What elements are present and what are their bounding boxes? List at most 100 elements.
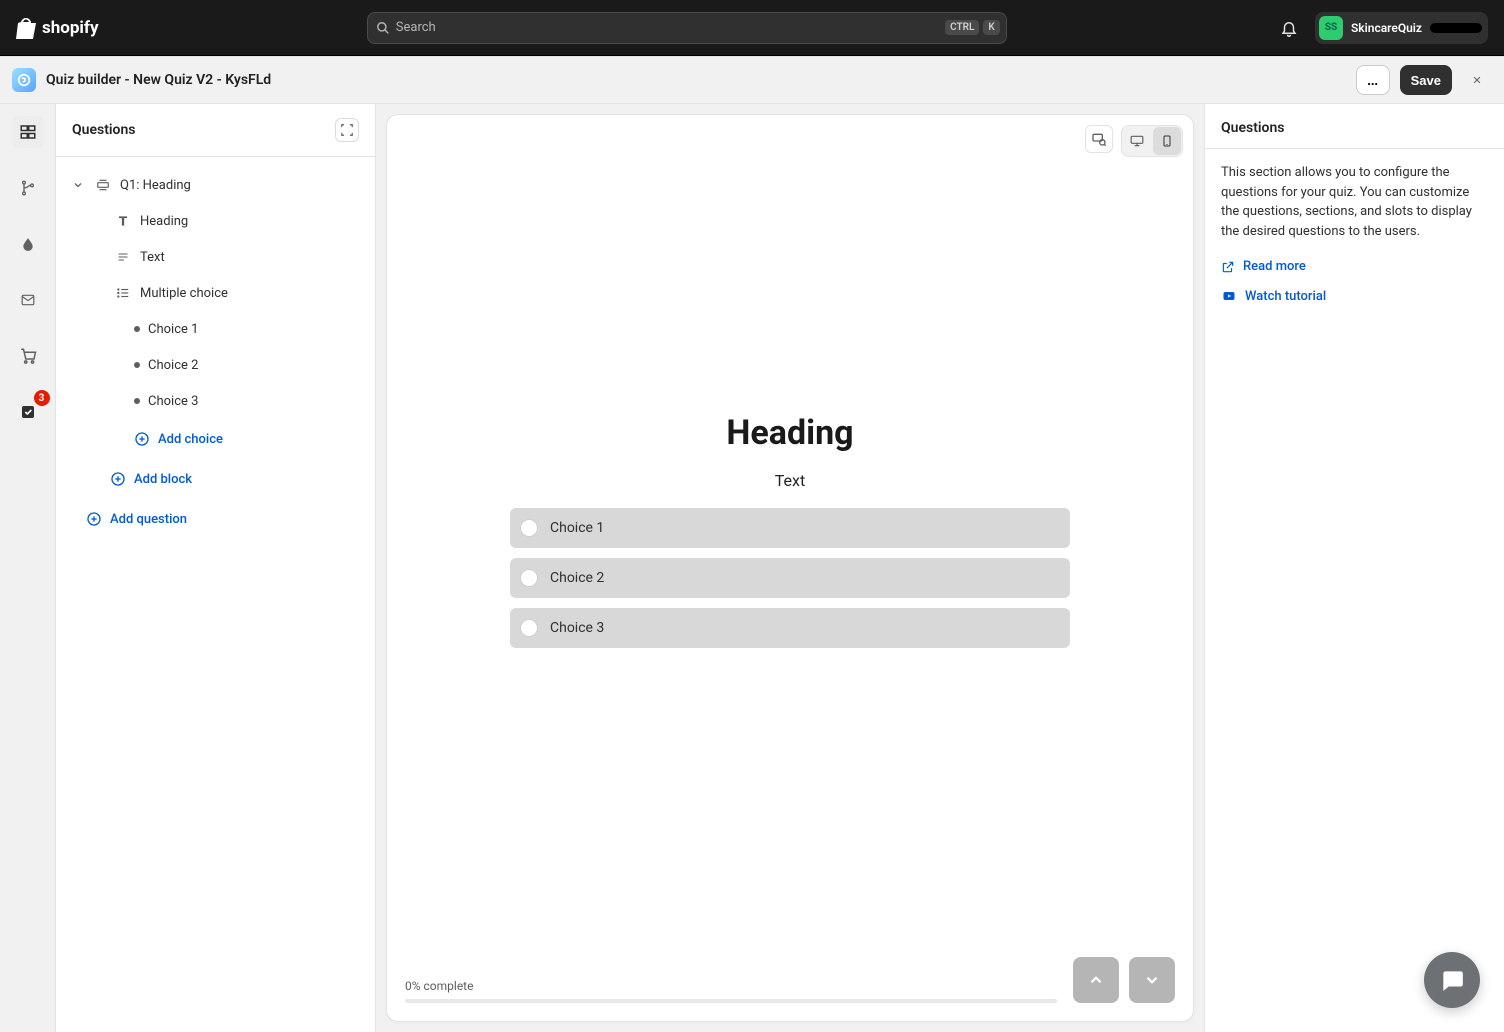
branch-icon: [20, 180, 36, 196]
icon-rail: 3: [0, 104, 56, 1032]
chevron-up-icon: [1087, 971, 1105, 989]
more-button[interactable]: ...: [1356, 65, 1390, 95]
main: 3 Questions Q1: Heading: [0, 104, 1504, 1032]
expand-icon: [340, 123, 354, 137]
tree-choice-label: Choice 2: [148, 358, 198, 373]
progress-label: 0% complete: [405, 979, 1057, 993]
tree-block-multiple-choice[interactable]: Multiple choice: [56, 275, 375, 311]
add-choice-button[interactable]: Add choice: [56, 419, 375, 459]
chat-icon: [1439, 967, 1465, 993]
tree-block-text[interactable]: Text: [56, 239, 375, 275]
preview-choice-2[interactable]: Choice 2: [510, 558, 1070, 598]
radio-icon: [520, 569, 538, 587]
search-input[interactable]: Search CTRL K: [367, 12, 1007, 44]
next-question-button[interactable]: [1129, 957, 1175, 1003]
chevron-down-icon: [70, 179, 86, 191]
preview-footer: 0% complete: [387, 945, 1193, 1021]
preview-body: Heading Text Choice 1 Choice 2 Choice 3: [387, 115, 1193, 945]
tree-choice-label: Choice 3: [148, 394, 198, 409]
search-placeholder: Search: [396, 20, 436, 35]
inspect-button[interactable]: [1085, 125, 1113, 153]
account-menu[interactable]: SS SkincareQuiz: [1315, 12, 1488, 44]
add-question-button[interactable]: Add question: [56, 499, 375, 539]
tree-choice-1[interactable]: Choice 1: [56, 311, 375, 347]
search-icon: [376, 21, 390, 35]
app-header: Quiz builder - New Quiz V2 - KysFLd ... …: [0, 56, 1504, 104]
shopify-bag-icon: [16, 17, 36, 39]
tree-question-label: Q1: Heading: [120, 178, 191, 193]
tree-block-label: Multiple choice: [140, 286, 228, 301]
chat-button[interactable]: [1424, 952, 1480, 1008]
preview-canvas: Heading Text Choice 1 Choice 2 Choice 3: [386, 114, 1194, 1022]
bullet-icon: [134, 398, 140, 404]
add-block-button[interactable]: Add block: [56, 459, 375, 499]
watch-tutorial-link[interactable]: Watch tutorial: [1221, 287, 1488, 307]
heading-type-icon: [114, 214, 132, 228]
watch-tutorial-label: Watch tutorial: [1245, 287, 1326, 307]
app-icon: [12, 68, 36, 92]
read-more-link[interactable]: Read more: [1221, 257, 1488, 277]
bullet-icon: [134, 362, 140, 368]
plus-circle-icon: [134, 431, 150, 447]
preview-choice-3[interactable]: Choice 3: [510, 608, 1070, 648]
rail-item-email[interactable]: [12, 284, 44, 316]
add-question-label: Add question: [110, 512, 187, 527]
prev-question-button[interactable]: [1073, 957, 1119, 1003]
mobile-icon: [1161, 133, 1173, 149]
avatar: SS: [1319, 16, 1343, 40]
rail-item-sections[interactable]: [12, 116, 44, 148]
section-icon: [94, 178, 112, 192]
preview-area: Heading Text Choice 1 Choice 2 Choice 3: [376, 104, 1204, 1032]
progress-wrap: 0% complete: [405, 979, 1057, 1003]
viewport-mobile-button[interactable]: [1153, 127, 1181, 155]
account-name: SkincareQuiz: [1351, 21, 1422, 35]
page-title: Quiz builder - New Quiz V2 - KysFLd: [46, 72, 271, 88]
rail-item-design[interactable]: [12, 228, 44, 260]
close-icon: [1472, 72, 1482, 88]
structure-panel-header: Questions: [56, 104, 375, 157]
save-button[interactable]: Save: [1400, 65, 1452, 95]
viewport-desktop-button[interactable]: [1123, 127, 1151, 155]
settings-panel-title: Questions: [1205, 104, 1504, 149]
external-link-icon: [1221, 260, 1235, 274]
top-bar: shopify Search CTRL K SS SkincareQuiz: [0, 0, 1504, 56]
drop-icon: [21, 236, 35, 252]
settings-panel-body: This section allows you to configure the…: [1205, 149, 1504, 320]
cart-icon: [19, 347, 37, 365]
quiz-app-icon: [16, 72, 32, 88]
viewport-toggle: [1121, 125, 1183, 157]
preview-heading: Heading: [726, 413, 853, 453]
close-button[interactable]: [1462, 65, 1492, 95]
progress-bar: [405, 999, 1057, 1003]
tree-choice-3[interactable]: Choice 3: [56, 383, 375, 419]
preview-choice-1[interactable]: Choice 1: [510, 508, 1070, 548]
preview-choice-label: Choice 1: [550, 520, 604, 536]
preview-choice-label: Choice 3: [550, 620, 604, 636]
layout-icon: [19, 123, 37, 141]
settings-description: This section allows you to configure the…: [1221, 163, 1488, 241]
chevron-down-icon: [1143, 971, 1161, 989]
tree-choice-label: Choice 1: [148, 322, 198, 337]
tree-choice-2[interactable]: Choice 2: [56, 347, 375, 383]
plus-circle-icon: [110, 471, 126, 487]
search-wrap: Search CTRL K: [115, 12, 1259, 44]
rail-item-logic[interactable]: [12, 172, 44, 204]
account-name-redacted: [1430, 23, 1482, 33]
structure-panel-title: Questions: [72, 122, 135, 138]
notifications-button[interactable]: [1275, 14, 1303, 42]
rail-item-tasks[interactable]: 3: [12, 396, 44, 428]
key-k: K: [983, 20, 999, 35]
preview-nav: [1073, 957, 1175, 1003]
tree-question-1[interactable]: Q1: Heading: [56, 167, 375, 203]
search-hotkeys: CTRL K: [945, 20, 1000, 35]
tree-block-heading[interactable]: Heading: [56, 203, 375, 239]
rail-item-products[interactable]: [12, 340, 44, 372]
bullet-icon: [134, 326, 140, 332]
question-tree: Q1: Heading Heading Text Multiple choice: [56, 157, 375, 1032]
tree-block-label: Heading: [140, 214, 188, 229]
plus-circle-icon: [86, 511, 102, 527]
panel-action-button[interactable]: [335, 118, 359, 142]
shopify-logo[interactable]: shopify: [16, 17, 99, 39]
bell-icon: [1280, 19, 1298, 37]
list-type-icon: [114, 286, 132, 300]
